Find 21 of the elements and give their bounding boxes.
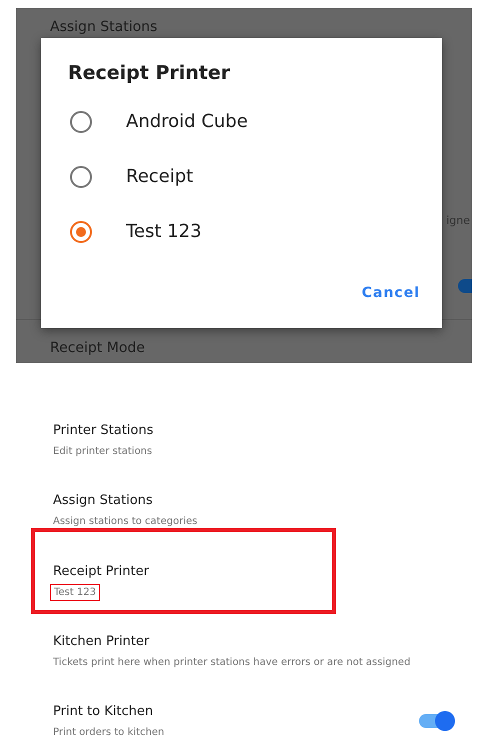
setting-title[interactable]: Receipt Printer — [53, 564, 302, 580]
setting-title: Receipt Mode — [49, 339, 146, 356]
toggle-switch[interactable] — [419, 714, 453, 728]
setting-title[interactable]: Kitchen Printer — [53, 634, 443, 650]
setting-title[interactable]: Printer Stations — [53, 423, 443, 439]
setting-summary: Assign stations to categories — [53, 516, 198, 527]
cancel-button[interactable]: Cancel — [362, 279, 420, 307]
setting-title: Assign Stations — [49, 18, 158, 37]
radio-button[interactable] — [70, 166, 92, 188]
setting-summary: Edit printer stations — [53, 446, 152, 457]
option-label[interactable]: Receipt — [126, 166, 194, 187]
option-label[interactable]: Android Cube — [126, 111, 248, 132]
radio-button[interactable] — [70, 110, 92, 132]
setting-summary: Print orders to kitchen — [53, 727, 164, 738]
setting-summary: Tickets print here when printer stations have errors or are not assigned — [53, 657, 410, 668]
dialog-title: Receipt Printer — [68, 62, 232, 84]
option-label[interactable]: Test 123 — [126, 221, 202, 242]
setting-summary: Test 123 — [53, 587, 97, 598]
setting-title[interactable]: Assign Stations — [53, 493, 443, 509]
setting-title[interactable]: Print to Kitchen — [53, 704, 419, 720]
radio-button[interactable] — [70, 220, 92, 242]
